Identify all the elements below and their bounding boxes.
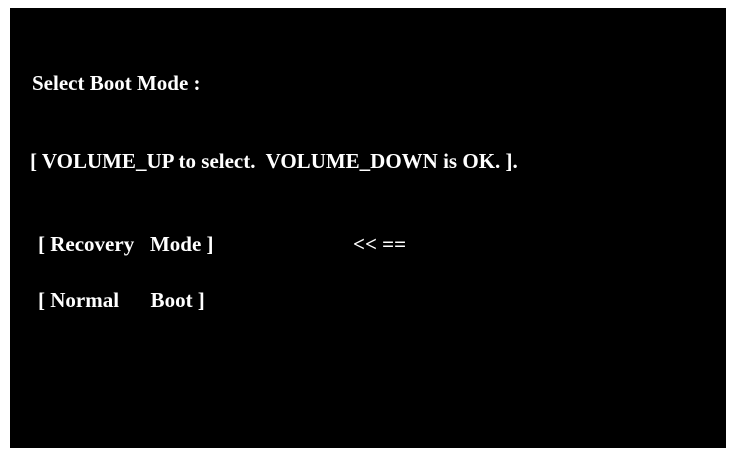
boot-mode-title: Select Boot Mode : — [32, 71, 201, 95]
boot-screen: Select Boot Mode : [ VOLUME_UP to select… — [10, 8, 726, 448]
key-instructions: [ VOLUME_UP to select. VOLUME_DOWN is OK… — [30, 149, 518, 173]
selection-arrow-indicator: << == — [353, 232, 407, 256]
option-normal-boot[interactable]: [ Normal Boot ] — [38, 288, 205, 312]
option-recovery-mode[interactable]: [ Recovery Mode ] — [38, 232, 214, 256]
